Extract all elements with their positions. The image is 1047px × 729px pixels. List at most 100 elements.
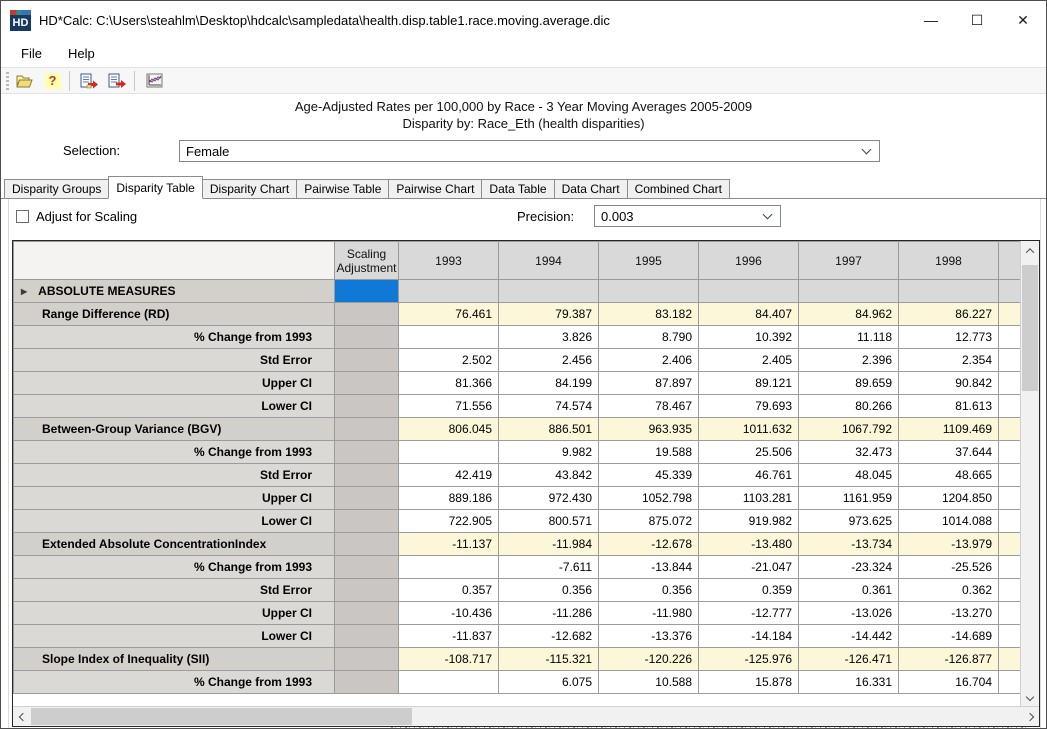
scaling-cell[interactable] — [335, 487, 399, 510]
value-cell[interactable]: 79.387 — [499, 303, 599, 326]
year-header-1998[interactable]: 1998 — [899, 242, 999, 280]
value-cell[interactable]: 90.842 — [899, 372, 999, 395]
value-cell[interactable]: -23.324 — [799, 556, 899, 579]
value-cell[interactable] — [399, 671, 499, 694]
value-cell[interactable]: 76.461 — [399, 303, 499, 326]
value-cell[interactable]: 886.501 — [499, 418, 599, 441]
tab-data-chart[interactable]: Data Chart — [554, 179, 628, 199]
value-cell[interactable]: 1161.959 — [799, 487, 899, 510]
value-cell[interactable]: 16.331 — [799, 671, 899, 694]
value-cell[interactable]: 48.045 — [799, 464, 899, 487]
partial-value-cell[interactable] — [999, 326, 1021, 349]
value-cell[interactable]: 12.773 — [899, 326, 999, 349]
scaling-cell[interactable] — [335, 326, 399, 349]
partial-value-cell[interactable] — [999, 349, 1021, 372]
help-icon[interactable]: ? — [40, 69, 65, 92]
tab-combined-chart[interactable]: Combined Chart — [627, 179, 730, 199]
maximize-button[interactable]: ☐ — [954, 1, 1000, 39]
value-cell[interactable]: 2.456 — [499, 349, 599, 372]
selected-scaling-cell[interactable] — [335, 280, 399, 303]
scaling-adjustment-header[interactable]: Scaling Adjustment — [335, 242, 399, 280]
row-label-cell[interactable]: Std Error — [14, 349, 335, 372]
value-cell[interactable]: 1103.281 — [699, 487, 799, 510]
export-data-icon[interactable] — [105, 69, 130, 92]
value-cell[interactable] — [799, 280, 899, 303]
value-cell[interactable]: 1109.469 — [899, 418, 999, 441]
menu-file[interactable]: File — [11, 43, 52, 64]
value-cell[interactable]: 19.588 — [599, 441, 699, 464]
value-cell[interactable]: 11.118 — [799, 326, 899, 349]
table-row[interactable]: Upper CI-10.436-11.286-11.980-12.777-13.… — [14, 602, 1021, 625]
row-label-cell[interactable]: Between-Group Variance (BGV) — [14, 418, 335, 441]
value-cell[interactable]: -108.717 — [399, 648, 499, 671]
value-cell[interactable]: 919.982 — [699, 510, 799, 533]
partial-value-cell[interactable] — [999, 487, 1021, 510]
row-label-cell[interactable]: % Change from 1993 — [14, 671, 335, 694]
value-cell[interactable] — [899, 280, 999, 303]
scaling-cell[interactable] — [335, 625, 399, 648]
value-cell[interactable]: 1067.792 — [799, 418, 899, 441]
value-cell[interactable]: 25.506 — [699, 441, 799, 464]
partial-value-cell[interactable] — [999, 441, 1021, 464]
scaling-cell[interactable] — [335, 510, 399, 533]
row-label-cell[interactable]: Upper CI — [14, 372, 335, 395]
row-label-cell[interactable]: Lower CI — [14, 395, 335, 418]
adjust-scaling-checkbox[interactable] — [16, 210, 29, 223]
value-cell[interactable]: 84.962 — [799, 303, 899, 326]
partial-value-cell[interactable] — [999, 280, 1021, 303]
value-cell[interactable]: -11.980 — [599, 602, 699, 625]
horizontal-scrollbar[interactable] — [13, 706, 1039, 726]
scaling-cell[interactable] — [335, 464, 399, 487]
table-row[interactable]: Lower CI-11.837-12.682-13.376-14.184-14.… — [14, 625, 1021, 648]
value-cell[interactable]: 1204.850 — [899, 487, 999, 510]
value-cell[interactable]: -115.321 — [499, 648, 599, 671]
scaling-cell[interactable] — [335, 533, 399, 556]
partial-value-cell[interactable] — [999, 510, 1021, 533]
table-row[interactable]: Std Error0.3570.3560.3560.3590.3610.362 — [14, 579, 1021, 602]
value-cell[interactable]: -13.979 — [899, 533, 999, 556]
value-cell[interactable]: 37.644 — [899, 441, 999, 464]
value-cell[interactable]: 89.659 — [799, 372, 899, 395]
value-cell[interactable]: 74.574 — [499, 395, 599, 418]
row-label-cell[interactable]: Extended Absolute ConcentrationIndex — [14, 533, 335, 556]
partial-value-cell[interactable] — [999, 648, 1021, 671]
value-cell[interactable] — [399, 280, 499, 303]
scaling-cell[interactable] — [335, 349, 399, 372]
value-cell[interactable]: -14.184 — [699, 625, 799, 648]
value-cell[interactable]: -12.678 — [599, 533, 699, 556]
value-cell[interactable]: 800.571 — [499, 510, 599, 533]
table-row[interactable]: Std Error2.5022.4562.4062.4052.3962.354 — [14, 349, 1021, 372]
partial-value-cell[interactable] — [999, 625, 1021, 648]
value-cell[interactable]: 2.354 — [899, 349, 999, 372]
row-label-cell[interactable]: Upper CI — [14, 487, 335, 510]
value-cell[interactable]: -13.270 — [899, 602, 999, 625]
value-cell[interactable]: 875.072 — [599, 510, 699, 533]
tab-data-table[interactable]: Data Table — [481, 179, 554, 199]
year-header-1995[interactable]: 1995 — [599, 242, 699, 280]
tab-pairwise-table[interactable]: Pairwise Table — [296, 179, 389, 199]
value-cell[interactable]: -12.682 — [499, 625, 599, 648]
value-cell[interactable]: 0.356 — [599, 579, 699, 602]
scaling-cell[interactable] — [335, 602, 399, 625]
row-label-cell[interactable]: % Change from 1993 — [14, 326, 335, 349]
value-cell[interactable]: 45.339 — [599, 464, 699, 487]
row-label-cell[interactable]: Std Error — [14, 579, 335, 602]
row-label-cell[interactable]: Std Error — [14, 464, 335, 487]
row-label-cell[interactable]: % Change from 1993 — [14, 441, 335, 464]
value-cell[interactable]: 87.897 — [599, 372, 699, 395]
table-row[interactable]: ▶ABSOLUTE MEASURES — [14, 280, 1021, 303]
row-label-cell[interactable]: Upper CI — [14, 602, 335, 625]
selection-dropdown[interactable]: Female — [179, 140, 880, 162]
partial-value-cell[interactable] — [999, 579, 1021, 602]
scaling-cell[interactable] — [335, 648, 399, 671]
table-row[interactable]: Lower CI71.55674.57478.46779.69380.26681… — [14, 395, 1021, 418]
value-cell[interactable] — [699, 280, 799, 303]
expand-arrow-icon[interactable]: ▶ — [21, 287, 27, 296]
partial-value-cell[interactable] — [999, 533, 1021, 556]
value-cell[interactable]: 81.613 — [899, 395, 999, 418]
value-cell[interactable]: 79.693 — [699, 395, 799, 418]
value-cell[interactable]: -13.844 — [599, 556, 699, 579]
value-cell[interactable]: -126.877 — [899, 648, 999, 671]
value-cell[interactable]: 15.878 — [699, 671, 799, 694]
value-cell[interactable]: 84.199 — [499, 372, 599, 395]
